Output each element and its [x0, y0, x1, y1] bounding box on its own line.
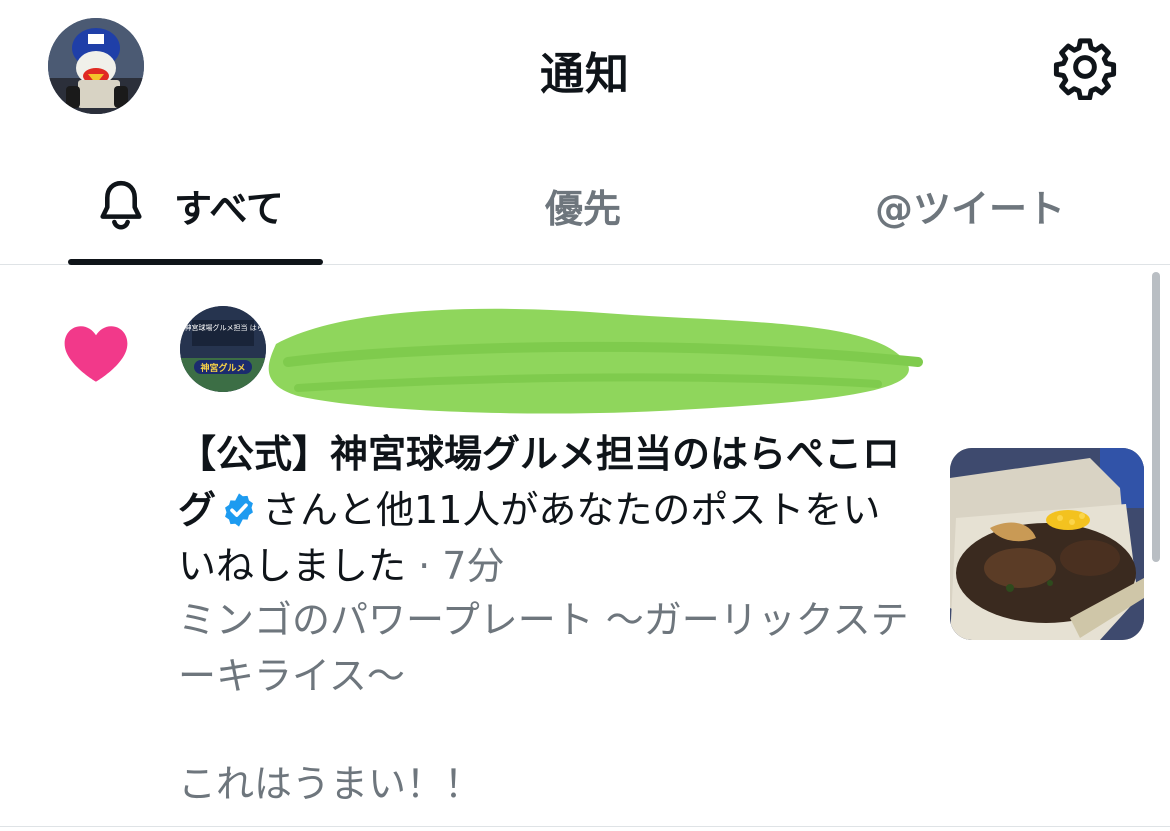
scrollbar[interactable]: [1152, 272, 1160, 562]
avatar-badge: 神宮グルメ: [200, 362, 245, 374]
like-notification[interactable]: 【公式】 神宮球場グルメ担当 はらぺこログ 神宮グルメ 【公式】神宮球場グルメ担…: [0, 266, 1170, 826]
tab-priority[interactable]: 優先: [545, 175, 621, 235]
tweet-thumbnail[interactable]: [950, 448, 1144, 640]
top-bar: 通知: [0, 0, 1170, 135]
avatar-caption: 【公式】 神宮球場グルメ担当 はらぺこログ: [180, 323, 266, 332]
tweet-text-line2: これはうまい！！: [178, 762, 483, 806]
notification-tabs: すべて 優先 @ツイート: [0, 135, 1170, 265]
timestamp: · 7分: [418, 544, 505, 588]
tab-mentions[interactable]: @ツイート: [875, 175, 1065, 235]
tweet-text-line1: ミンゴのパワープレート 〜ガーリックステーキライス〜: [178, 598, 909, 698]
liker-avatar-image: 【公式】 神宮球場グルメ担当 はらぺこログ 神宮グルメ: [180, 306, 266, 392]
gear-icon: [1053, 38, 1117, 101]
tab-all[interactable]: すべて: [96, 175, 284, 235]
tab-mentions-label: @ツイート: [875, 186, 1066, 231]
heart-icon: [64, 326, 128, 382]
bell-icon: [100, 180, 142, 230]
tab-all-label: すべて: [174, 186, 284, 231]
notification-text: 【公式】神宮球場グルメ担当のはらぺこログ さんと他11人があなたのポストをいいねし…: [178, 426, 908, 594]
page-title: 通知: [540, 49, 630, 100]
divider: [0, 826, 1170, 827]
tab-priority-label: 優先: [545, 186, 622, 231]
action-text: さんと他11人があなたのポストをいいねしました: [178, 488, 881, 588]
liker-avatar[interactable]: 【公式】 神宮球場グルメ担当 はらぺこログ 神宮グルメ: [180, 306, 266, 392]
active-tab-indicator: [68, 259, 323, 265]
food-photo-image: [950, 448, 1144, 640]
redacted-avatars: [268, 308, 923, 414]
verified-badge-icon: [225, 493, 253, 527]
settings-button[interactable]: [1052, 34, 1118, 101]
